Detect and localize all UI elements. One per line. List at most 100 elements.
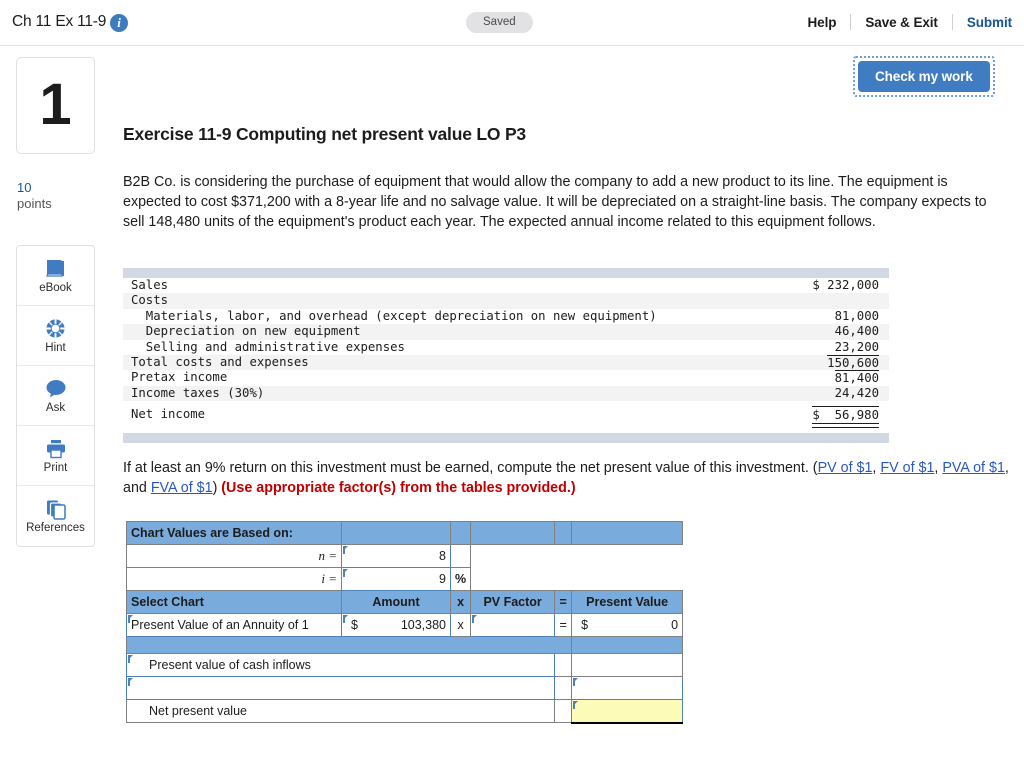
- grid-row-annuity: Present Value of an Annuity of 1 $ 103,3…: [126, 613, 684, 637]
- row-amount: 81,000: [834, 308, 879, 323]
- col-header-present-value: Present Value: [571, 590, 684, 614]
- cell-flag-icon: [573, 701, 579, 709]
- net-present-value-spacer: [554, 699, 573, 723]
- link-fva-of-1[interactable]: FVA of $1: [151, 480, 213, 496]
- copy-pages-icon: [45, 498, 67, 520]
- blank-row-spacer: [554, 676, 573, 700]
- present-value-currency-symbol: $: [581, 618, 589, 632]
- table-row: Income taxes (30%) 24,420: [123, 385, 889, 402]
- row-label: Costs: [131, 293, 169, 308]
- select-chart-value: Present Value of an Annuity of 1: [131, 618, 309, 632]
- link-pv-of-1[interactable]: PV of $1: [818, 460, 873, 476]
- row-label: Materials, labor, and overhead (except d…: [131, 308, 657, 323]
- tool-references[interactable]: References: [17, 486, 94, 546]
- save-and-exit-button[interactable]: Save & Exit: [851, 15, 951, 30]
- net-present-value-input[interactable]: [571, 699, 684, 724]
- table-row: Costs: [123, 293, 889, 309]
- cell-flag-icon: [128, 655, 133, 663]
- table-row: Total costs and expenses 150,600: [123, 354, 889, 371]
- row-amount: 46,400: [834, 324, 879, 339]
- header-actions: Help Save & Exit Submit: [794, 14, 1012, 30]
- link-fv-of-1[interactable]: FV of $1: [880, 460, 934, 476]
- prompt-text-after: ): [212, 479, 222, 496]
- income-statement-top-bar: [123, 268, 889, 278]
- info-icon[interactable]: i: [110, 14, 128, 32]
- row-label: Total costs and expenses: [131, 354, 309, 369]
- points-value: 10: [17, 180, 32, 195]
- present-value-amount: 0: [671, 618, 679, 632]
- tool-print[interactable]: Print: [17, 426, 94, 486]
- row-label: Sales: [131, 278, 169, 292]
- cell-flag-icon: [343, 569, 348, 577]
- answer-grid: Chart Values are Based on: n = 8 i = 9 %…: [125, 521, 684, 724]
- tool-hint[interactable]: Hint: [17, 306, 94, 366]
- pv-factor-input[interactable]: [470, 613, 556, 637]
- table-row-spacer: [123, 424, 889, 432]
- blank-row-label-input[interactable]: [125, 676, 556, 700]
- row-label: Selling and administrative expenses: [131, 339, 405, 354]
- help-button[interactable]: Help: [794, 15, 851, 30]
- row-label: Depreciation on new equipment: [131, 324, 361, 339]
- tool-ask-label: Ask: [45, 401, 66, 414]
- table-row: Depreciation on new equipment 46,400: [123, 324, 889, 340]
- prompt-text-before: If at least an 9% return on this investm…: [123, 460, 818, 476]
- chart-values-header-cell-5: [554, 521, 573, 545]
- col-header-amount: Amount: [341, 590, 451, 614]
- cell-flag-icon: [128, 678, 133, 686]
- i-row-cell-5: [554, 567, 572, 591]
- row-amount: $ 56,980: [812, 406, 879, 429]
- i-input[interactable]: 9: [341, 567, 451, 591]
- select-chart-dropdown[interactable]: Present Value of an Annuity of 1: [126, 613, 342, 637]
- grid-row-pv-cash-inflows: Present value of cash inflows: [125, 653, 684, 677]
- tool-rail: eBook Hint Ask Print References: [16, 245, 95, 547]
- n-row-cell-6: [571, 544, 683, 568]
- exercise-title: Exercise 11-9 Computing net present valu…: [123, 124, 526, 144]
- row-amount: 24,420: [834, 385, 879, 400]
- i-value: 9: [439, 572, 446, 586]
- times-symbol: x: [449, 613, 472, 637]
- net-present-value-label: Net present value: [125, 699, 556, 723]
- income-statement-bottom-bar: [123, 433, 889, 444]
- question-number-box: 1: [16, 57, 95, 154]
- row-label: Net income: [131, 407, 206, 422]
- table-row: Selling and administrative expenses 23,2…: [123, 339, 889, 355]
- pv-cash-inflows-label: Present value of cash inflows: [149, 658, 311, 672]
- prompt-red-note: (Use appropriate factor(s) from the tabl…: [221, 479, 576, 496]
- blank-row-value-input[interactable]: [571, 676, 684, 700]
- tool-references-label: References: [26, 522, 85, 534]
- grid-row-column-headers: Select Chart Amount x PV Factor = Presen…: [126, 590, 684, 614]
- pv-cash-inflows-label-input[interactable]: Present value of cash inflows: [125, 653, 556, 677]
- present-value-cell: $ 0: [571, 613, 684, 637]
- link-pva-of-1[interactable]: PVA of $1: [942, 460, 1005, 476]
- n-value: 8: [439, 549, 446, 563]
- row-label: Income taxes (30%): [131, 385, 265, 400]
- tool-print-label: Print: [43, 461, 68, 474]
- i-row-cell-6: [571, 567, 683, 591]
- amount-input[interactable]: $ 103,380: [341, 613, 451, 637]
- book-icon: [45, 258, 66, 280]
- tool-ask[interactable]: Ask: [17, 366, 94, 426]
- n-row-cell-3: [449, 544, 472, 568]
- tool-ebook[interactable]: eBook: [17, 246, 94, 306]
- main-content: Exercise 11-9 Computing net present valu…: [123, 56, 1013, 232]
- chat-bubble-icon: [45, 378, 67, 400]
- percent-symbol: %: [449, 567, 472, 591]
- row-amount: 23,200: [834, 339, 879, 354]
- i-row-cell-4: [470, 567, 555, 591]
- top-header-bar: Ch 11 Ex 11-9 i Saved Help Save & Exit S…: [0, 0, 1024, 46]
- table-row: Net income $ 56,980: [123, 406, 889, 429]
- row-amount: 81,400: [834, 370, 879, 386]
- submit-button[interactable]: Submit: [953, 15, 1012, 30]
- n-row-cell-5: [554, 544, 572, 568]
- pv-cash-inflows-spacer: [554, 653, 573, 677]
- chart-values-header-cell-2: [341, 521, 451, 545]
- n-label: n =: [126, 544, 342, 568]
- grid-row-blank: [125, 676, 684, 700]
- cell-flag-icon: [573, 678, 579, 686]
- grid-row-blue-spacer: [125, 636, 684, 654]
- printer-icon: [45, 438, 67, 460]
- n-input[interactable]: 8: [341, 544, 451, 568]
- amount-value: 103,380: [400, 618, 446, 632]
- row-amount: $ 232,000: [812, 278, 879, 292]
- equals-symbol: =: [554, 613, 573, 637]
